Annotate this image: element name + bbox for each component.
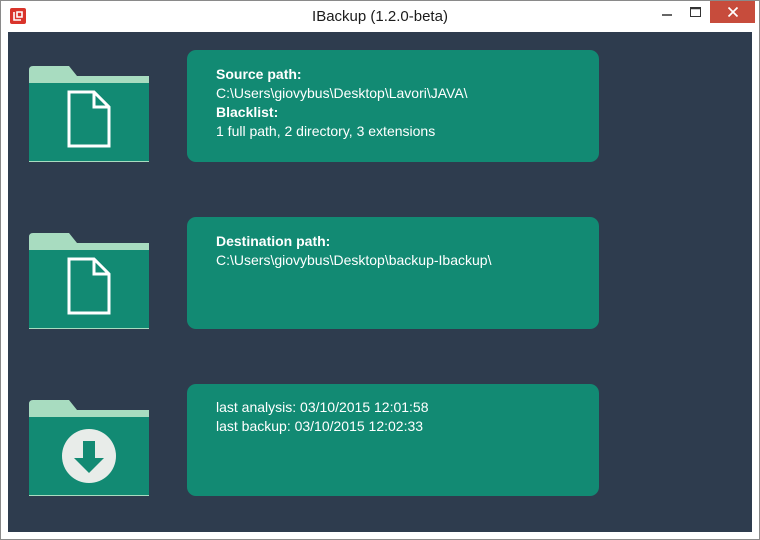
minimize-button[interactable] bbox=[653, 1, 681, 23]
blacklist-value: 1 full path, 2 directory, 3 extensions bbox=[216, 123, 436, 139]
main-panel: Source path: C:\Users\giovybus\Desktop\L… bbox=[8, 32, 752, 532]
close-button[interactable] bbox=[710, 1, 755, 23]
destination-folder-button[interactable] bbox=[29, 233, 149, 329]
source-folder-button[interactable] bbox=[29, 66, 149, 162]
minimize-icon bbox=[662, 14, 672, 16]
file-icon bbox=[67, 257, 111, 315]
source-path-label: Source path: bbox=[216, 66, 302, 82]
destination-path-value: C:\Users\giovybus\Desktop\backup-Ibackup… bbox=[216, 252, 492, 268]
source-path-value: C:\Users\giovybus\Desktop\Lavori\JAVA\ bbox=[216, 85, 468, 101]
status-card: last analysis: 03/10/2015 12:01:58 last … bbox=[187, 384, 599, 496]
blacklist-label: Blacklist: bbox=[216, 104, 279, 120]
last-analysis: last analysis: 03/10/2015 12:01:58 bbox=[216, 399, 429, 415]
app-window: IBackup (1.2.0-beta) Source path: C:\Use… bbox=[0, 0, 760, 540]
download-icon bbox=[62, 429, 116, 483]
window-title: IBackup (1.2.0-beta) bbox=[312, 8, 448, 25]
last-backup: last backup: 03/10/2015 12:02:33 bbox=[216, 418, 424, 434]
backup-folder-button[interactable] bbox=[29, 400, 149, 496]
file-icon bbox=[67, 90, 111, 148]
source-card: Source path: C:\Users\giovybus\Desktop\L… bbox=[187, 50, 599, 162]
close-icon bbox=[727, 7, 738, 17]
maximize-button[interactable] bbox=[681, 1, 709, 23]
destination-path-label: Destination path: bbox=[216, 233, 331, 249]
destination-card: Destination path: C:\Users\giovybus\Desk… bbox=[187, 217, 599, 329]
maximize-icon bbox=[689, 7, 701, 17]
title-bar[interactable]: IBackup (1.2.0-beta) bbox=[1, 1, 759, 32]
